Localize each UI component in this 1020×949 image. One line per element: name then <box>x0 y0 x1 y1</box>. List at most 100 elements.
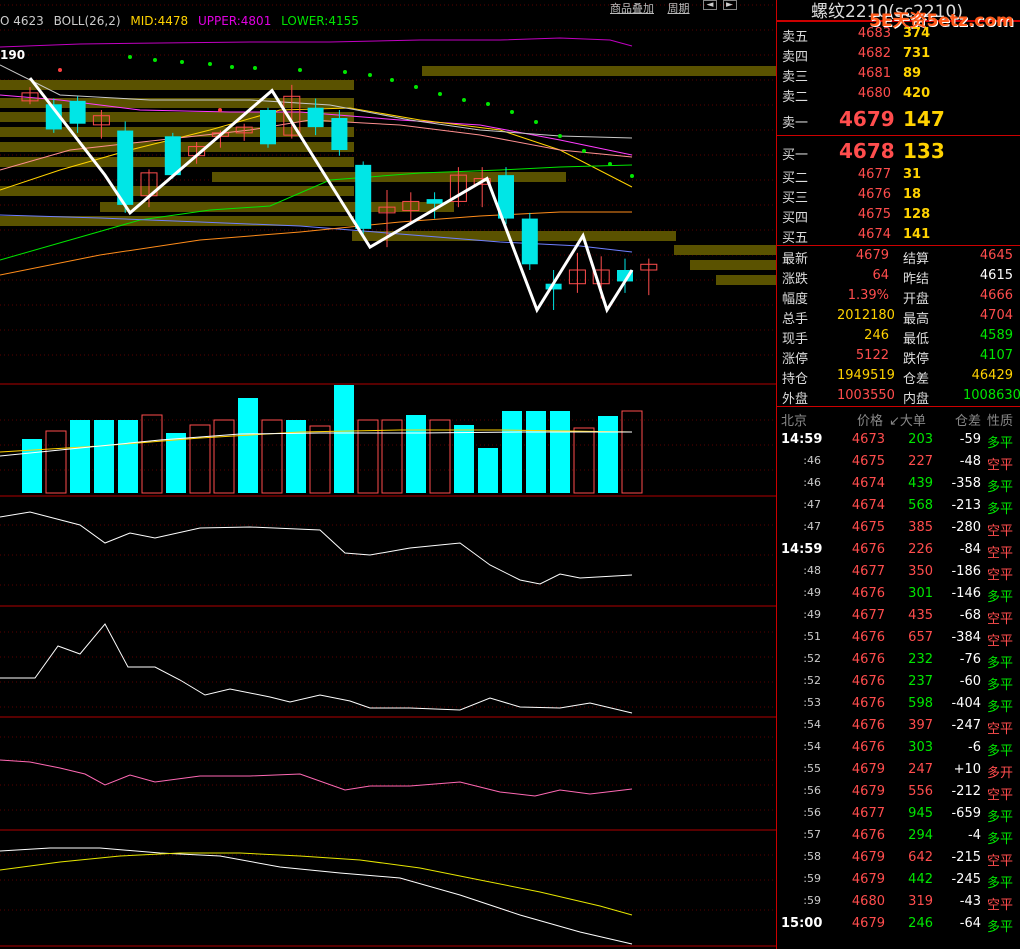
bid1-row[interactable]: 买一 4678 133 <box>777 136 1020 166</box>
bid-row[interactable]: 买四 4675 128 <box>777 205 1020 226</box>
tick-row[interactable]: :52 4676 232 -76 多平 <box>777 649 1020 671</box>
tick-row[interactable]: :56 4679 556 -212 空平 <box>777 781 1020 803</box>
tick-volume: 350 <box>908 564 933 579</box>
tick-row[interactable]: 15:00 4679 246 -64 多平 <box>777 913 1020 935</box>
legend-upper: UPPER:4801 <box>197 14 272 28</box>
tick-oi-change: -146 <box>951 586 981 601</box>
indicator-line-4 <box>0 847 633 945</box>
tick-volume: 397 <box>908 718 933 733</box>
tick-row[interactable]: :58 4679 642 -215 空平 <box>777 847 1020 869</box>
tick-oi-change: -213 <box>951 498 981 513</box>
quote-label: 持仓 <box>782 372 809 387</box>
ask-row[interactable]: 卖三 4681 89 <box>777 64 1020 85</box>
tick-price: 4675 <box>851 454 885 469</box>
chart-area[interactable]: O 4623 BOLL(26,2) MID:4478 UPPER:4801 LO… <box>0 0 776 949</box>
tick-price: 4677 <box>851 564 885 579</box>
tick-row[interactable]: :47 4675 385 -280 空平 <box>777 517 1020 539</box>
ask-row[interactable]: 卖四 4682 731 <box>777 44 1020 65</box>
tick-volume: 568 <box>908 498 933 513</box>
tick-nature: 空平 <box>987 568 1014 583</box>
tick-volume: 247 <box>908 762 933 777</box>
tick-row[interactable]: :49 4677 435 -68 空平 <box>777 605 1020 627</box>
tick-time: 15:00 <box>781 916 823 931</box>
tick-row[interactable]: :48 4677 350 -186 空平 <box>777 561 1020 583</box>
candle-body <box>307 107 324 128</box>
tick-oi-change: -6 <box>968 740 981 755</box>
tick-row[interactable]: :55 4679 247 +10 多开 <box>777 759 1020 781</box>
tick-nature: 空平 <box>987 898 1014 913</box>
tick-price: 4676 <box>851 718 885 733</box>
bid-row[interactable]: 买五 4674 141 <box>777 225 1020 246</box>
tick-row[interactable]: :46 4674 439 -358 多平 <box>777 473 1020 495</box>
ticks-header-nature: 性质 <box>987 414 1014 429</box>
tick-row[interactable]: :47 4674 568 -213 多平 <box>777 495 1020 517</box>
tick-price: 4673 <box>851 432 885 447</box>
tick-row[interactable]: :51 4676 657 -384 空平 <box>777 627 1020 649</box>
tick-nature: 空平 <box>987 854 1014 869</box>
sar-dot <box>230 65 234 69</box>
bid-price: 4674 <box>857 227 891 242</box>
tick-nature: 空平 <box>987 722 1014 737</box>
ticks-header-place: 北京 <box>781 414 808 429</box>
tick-row[interactable]: :53 4676 598 -404 多平 <box>777 693 1020 715</box>
quote-value: 1949519 <box>837 368 895 383</box>
tick-row[interactable]: :49 4676 301 -146 多平 <box>777 583 1020 605</box>
sar-dot <box>414 85 418 89</box>
tick-price: 4679 <box>851 762 885 777</box>
ask1-row[interactable]: 卖一 4679 147 <box>777 104 1020 134</box>
bid-row[interactable]: 买三 4676 18 <box>777 185 1020 206</box>
tick-nature: 多平 <box>987 700 1014 715</box>
quote-label: 现手 <box>782 332 809 347</box>
volume-bar <box>381 419 403 494</box>
tick-row[interactable]: :46 4675 227 -48 空平 <box>777 451 1020 473</box>
tick-time: :49 <box>803 608 821 621</box>
add-product-button[interactable]: 商品叠加 <box>610 2 654 15</box>
tick-row[interactable]: :52 4676 237 -60 多平 <box>777 671 1020 693</box>
tick-price: 4675 <box>851 520 885 535</box>
tick-row[interactable]: 14:59 4673 203 -59 多平 <box>777 429 1020 451</box>
volume-bar <box>334 385 354 493</box>
sar-dot <box>253 66 257 70</box>
sar-dot <box>558 134 562 138</box>
tick-nature: 多平 <box>987 480 1014 495</box>
tick-price: 4680 <box>851 894 885 909</box>
quote-label: 内盘 <box>903 392 930 407</box>
sar-dot <box>630 174 634 178</box>
indicator-line-5 <box>0 852 633 916</box>
period-button[interactable]: 周期 <box>668 2 690 15</box>
tick-time: 14:59 <box>781 542 823 557</box>
ask-row[interactable]: 卖二 4680 420 <box>777 84 1020 105</box>
tick-row[interactable]: :59 4679 442 -245 多平 <box>777 869 1020 891</box>
volume-profile-bar <box>716 275 776 285</box>
tick-row[interactable]: 14:59 4676 226 -84 空平 <box>777 539 1020 561</box>
tick-row[interactable]: :59 4680 319 -43 空平 <box>777 891 1020 913</box>
quote-row: 涨跌 64 昨结 4615 <box>777 266 1020 287</box>
tick-row[interactable]: :56 4677 945 -659 多平 <box>777 803 1020 825</box>
volume-profile-bar <box>0 186 354 196</box>
tick-time: :51 <box>803 630 821 643</box>
candle-body <box>331 118 348 150</box>
left-arrow-icon[interactable]: ◄ <box>703 0 717 10</box>
tick-time: :56 <box>803 806 821 819</box>
tick-volume: 301 <box>908 586 933 601</box>
sar-dot <box>343 70 347 74</box>
bid-row[interactable]: 买二 4677 31 <box>777 165 1020 186</box>
volume-bar <box>261 419 283 494</box>
ask-row[interactable]: 卖五 4683 374 <box>777 24 1020 45</box>
tick-row[interactable]: :54 4676 397 -247 空平 <box>777 715 1020 737</box>
tick-row[interactable]: :57 4676 294 -4 多平 <box>777 825 1020 847</box>
kline-chart[interactable] <box>0 0 776 949</box>
tick-time: :59 <box>803 894 821 907</box>
tick-row[interactable]: :54 4676 303 -6 多平 <box>777 737 1020 759</box>
volume-bar <box>213 419 235 494</box>
tick-price: 4676 <box>851 586 885 601</box>
sar-dot <box>608 162 612 166</box>
tick-time: :54 <box>803 740 821 753</box>
right-arrow-icon[interactable]: ► <box>722 0 737 10</box>
boll-legend: O 4623 BOLL(26,2) MID:4478 UPPER:4801 LO… <box>0 14 365 28</box>
bid-price: 4677 <box>857 167 891 182</box>
tick-nature: 空平 <box>987 788 1014 803</box>
volume-profile-bar <box>0 80 354 90</box>
tick-time: 14:59 <box>781 432 823 447</box>
tick-price: 4679 <box>851 784 885 799</box>
